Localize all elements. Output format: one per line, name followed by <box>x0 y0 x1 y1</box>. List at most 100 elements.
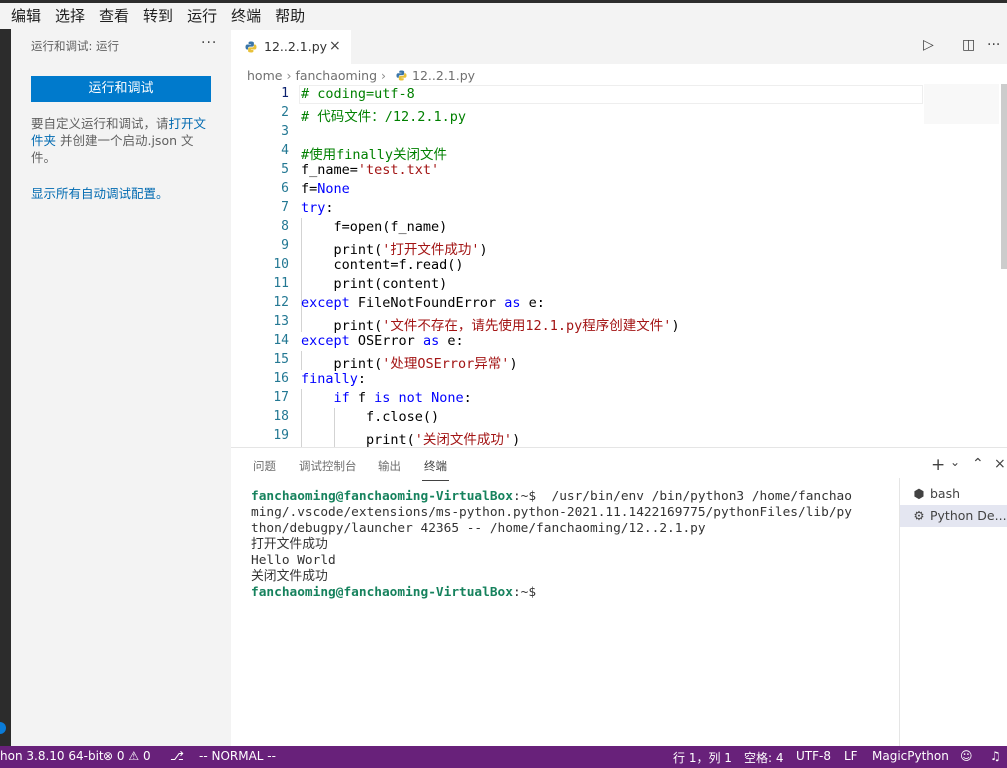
end-of-line[interactable]: LF <box>844 749 858 763</box>
debug-icon: ⚙ <box>913 508 925 523</box>
breadcrumb-file[interactable]: 12..2.1.py <box>412 68 475 83</box>
code-token: 'test.txt' <box>357 162 440 178</box>
code-editor[interactable]: 1 2 3 4 5 6 7 8 9 10 11 12 13 14 15 16 17 18 19 # coding=u… <box>231 84 1007 447</box>
code-line: print(content) <box>301 276 448 292</box>
cursor-position[interactable]: 行 1，列 1 <box>673 749 732 766</box>
menu-item[interactable]: 选择 <box>52 3 88 29</box>
more-actions-icon[interactable]: ··· <box>201 35 217 51</box>
line-number: 5 <box>281 162 289 177</box>
code-line: try: <box>301 200 334 216</box>
terminal-output-line: Hello World <box>251 553 336 568</box>
terminal-list-item-bash[interactable]: ⬢ bash <box>900 483 1007 505</box>
warning-count: 0 <box>142 749 151 763</box>
terminal-list-item-python-debug[interactable]: ⚙ Python De... <box>900 505 1007 527</box>
line-number: 17 <box>273 390 289 405</box>
menu-item[interactable]: 查看 <box>96 3 132 29</box>
terminal-icon: ⬢ <box>913 486 925 501</box>
active-tab-indicator <box>422 480 449 481</box>
code-token: ) <box>479 242 488 258</box>
code-token: OSError <box>349 333 423 349</box>
maximize-panel-icon[interactable]: ⌃ <box>972 456 984 472</box>
code-token: ) <box>509 356 518 372</box>
terminal-prompt-suffix: :~$ <box>512 489 537 504</box>
code-token: # coding=utf-8 <box>301 86 415 102</box>
menu-item[interactable]: 转到 <box>140 3 176 29</box>
line-number: 3 <box>281 124 289 139</box>
code-token: except <box>301 333 350 349</box>
code-token: print( <box>301 356 383 372</box>
minimap[interactable] <box>924 84 999 124</box>
code-token: # 代码文件：/12.2.1.py <box>301 109 467 125</box>
chevron-down-icon[interactable]: ⌄ <box>950 455 960 469</box>
line-number: 1 <box>281 86 289 101</box>
split-editor-icon[interactable]: ◫ <box>962 37 975 53</box>
line-number: 18 <box>273 409 289 424</box>
editor-tab-bar: 12..2.1.py × ▷ ◫ ··· <box>231 29 1007 64</box>
code-line: f=open(f_name) <box>301 219 448 235</box>
code-line: f.close() <box>301 409 439 425</box>
code-token: print(content) <box>301 276 448 292</box>
more-actions-icon[interactable]: ··· <box>987 37 1000 53</box>
error-count: 0 <box>116 749 125 763</box>
run-python-file-icon[interactable]: ▷ <box>923 37 934 53</box>
code-line: # 代码文件：/12.2.1.py <box>301 105 466 125</box>
close-tab-icon[interactable]: × <box>329 38 341 54</box>
language-mode[interactable]: MagicPython <box>872 749 949 763</box>
code-token: try <box>301 200 326 216</box>
chevron-right-icon: › <box>286 67 292 83</box>
code-token: '关闭文件成功' <box>414 432 513 447</box>
tab-output[interactable]: 输出 <box>378 458 401 474</box>
code-token: e: <box>439 333 464 349</box>
terminal-command: ming/.vscode/extensions/ms-python.python… <box>251 505 852 520</box>
tab-problems[interactable]: 问题 <box>253 458 276 474</box>
tab-debug-console[interactable]: 调试控制台 <box>299 458 357 474</box>
encoding[interactable]: UTF-8 <box>796 749 831 763</box>
sidebar-description: 要自定义运行和调试，请打开文件夹 并创建一个启动.json 文件。 <box>31 115 216 166</box>
terminal-prompt-user: fanchaoming@fanchaoming-VirtualBox <box>251 585 513 600</box>
code-token: content=f.read() <box>301 257 464 273</box>
terminal-prompt-suffix: :~$ <box>512 585 537 600</box>
terminal-command: /usr/bin/env /bin/python3 /home/fanchao <box>536 489 852 504</box>
indentation[interactable]: 空格: 4 <box>744 749 784 766</box>
feedback-icon[interactable]: ☺ <box>960 749 973 763</box>
line-number: 6 <box>281 181 289 196</box>
code-token: '文件不存在，请先使用12.1.py程序创建文件' <box>382 318 672 334</box>
menu-item[interactable]: 编辑 <box>8 3 44 29</box>
status-bar: hon 3.8.10 64-bit ⊗ 0 ⚠ 0 ⎇ -- NORMAL --… <box>0 746 1007 768</box>
tab-terminal[interactable]: 终端 <box>424 458 447 474</box>
menu-item[interactable]: 运行 <box>184 3 220 29</box>
python-file-icon <box>396 69 407 81</box>
python-file-icon <box>245 41 257 53</box>
terminal-output-line: 关闭文件成功 <box>251 569 328 584</box>
terminal-output[interactable]: fanchaoming@fanchaoming-VirtualBox:~$ /u… <box>251 489 881 601</box>
show-all-debug-configs-link[interactable]: 显示所有自动调试配置。 <box>31 183 169 202</box>
problems-indicator[interactable]: ⊗ 0 ⚠ 0 <box>103 749 151 763</box>
new-terminal-icon[interactable]: + <box>931 455 945 475</box>
run-and-debug-button[interactable]: 运行和调试 <box>31 76 211 102</box>
code-token: f <box>349 390 375 406</box>
code-line: print('关闭文件成功') <box>301 428 520 447</box>
terminal-panel: 问题 调试控制台 输出 终端 + ⌄ ⌃ × fanchaoming@fanch… <box>231 447 1007 747</box>
breadcrumb-home[interactable]: home <box>247 68 282 83</box>
code-token: '处理OSError异常' <box>382 356 510 372</box>
editor-scrollbar[interactable] <box>1001 84 1007 269</box>
debug-launch-icon[interactable]: ⎇ <box>170 749 184 763</box>
code-token: FileNotFoundError <box>349 295 505 311</box>
line-number: 19 <box>273 428 289 443</box>
notifications-icon[interactable]: ♫ <box>990 749 1001 763</box>
code-token: f_name= <box>301 162 358 178</box>
code-token: ) <box>671 318 680 334</box>
close-panel-icon[interactable]: × <box>994 456 1006 472</box>
code-token: None <box>431 390 464 406</box>
sidebar-title: 运行和调试: 运行 <box>31 39 120 53</box>
breadcrumb-user[interactable]: fanchaoming <box>295 68 377 83</box>
line-number: 8 <box>281 219 289 234</box>
menu-item[interactable]: 终端 <box>228 3 264 29</box>
tab-12-2-1-py[interactable]: 12..2.1.py × <box>231 29 351 64</box>
python-interpreter[interactable]: hon 3.8.10 64-bit <box>0 749 104 763</box>
code-line: f_name='test.txt' <box>301 162 439 178</box>
menu-item[interactable]: 帮助 <box>272 3 308 29</box>
code-token: None <box>317 181 350 197</box>
code-token: : <box>357 371 367 387</box>
